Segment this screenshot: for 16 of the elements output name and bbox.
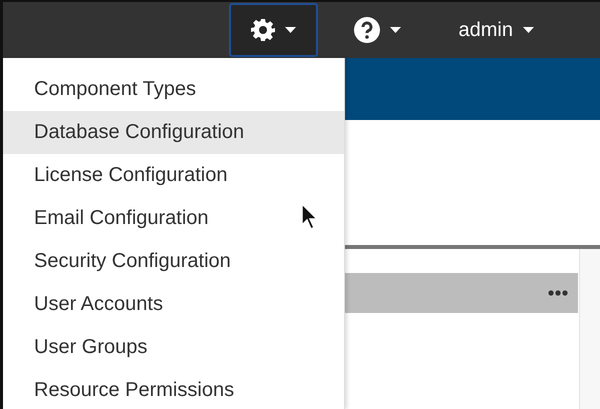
menu-item[interactable]: Resource Permissions <box>3 369 344 409</box>
caret-icon <box>390 27 401 33</box>
menu-item[interactable]: Component Types <box>3 68 344 111</box>
menu-item[interactable]: Email Configuration <box>3 197 344 240</box>
menu-item[interactable]: User Accounts <box>3 283 344 326</box>
menu-item[interactable]: Database Configuration <box>3 111 344 154</box>
menu-item[interactable]: User Groups <box>3 326 344 369</box>
settings-menu-button[interactable] <box>228 3 318 57</box>
settings-icon <box>250 18 275 42</box>
menu-item[interactable]: License Configuration <box>3 154 344 197</box>
caret-icon <box>523 27 534 33</box>
menu-item[interactable]: Security Configuration <box>3 240 344 283</box>
more-icon[interactable] <box>548 290 568 296</box>
help-icon <box>354 17 380 43</box>
user-menu-button[interactable]: admin <box>436 3 556 57</box>
caret-icon <box>284 27 296 33</box>
